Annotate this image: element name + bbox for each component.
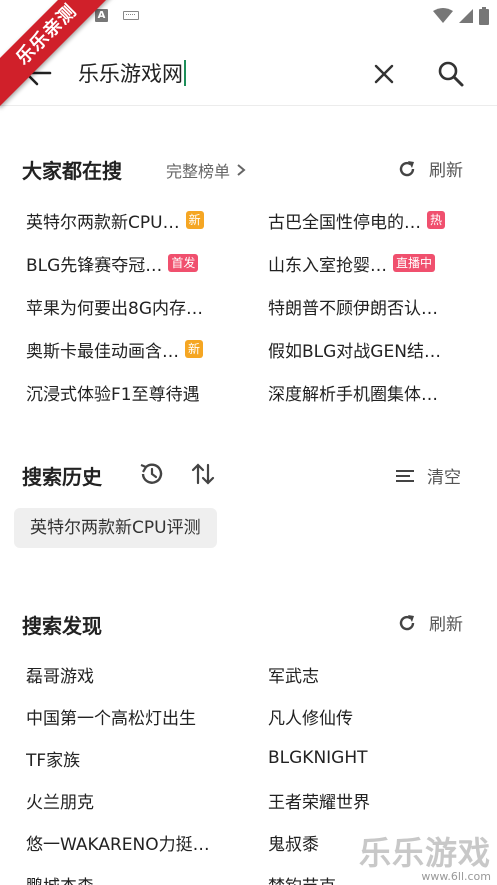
discover-item-text: 军武志 — [268, 666, 319, 687]
hot-search-item-text: 苹果为何要出8G内存… — [26, 298, 203, 319]
hot-refresh-label: 刷新 — [429, 161, 463, 181]
hot-search-item-text: 沉浸式体验F1至尊待遇 — [26, 384, 200, 405]
discover-item-text: 梦钓节克 — [268, 872, 336, 885]
search-button[interactable] — [436, 59, 466, 89]
hot-refresh-button[interactable]: 刷新 — [397, 156, 463, 181]
hot-search-item-text: 奥斯卡最佳动画含… — [26, 341, 179, 362]
full-list-link[interactable]: 完整榜单 — [166, 158, 246, 182]
discover-refresh-button[interactable]: 刷新 — [397, 610, 463, 635]
discover-item-text: 鹏城杰森 — [26, 872, 94, 885]
clear-history-label: 清空 — [427, 468, 461, 488]
hot-search-item[interactable]: 山东入室抢婴… 直播中 — [268, 248, 436, 278]
discover-item-text: 悠一WAKARENO力挺… — [26, 834, 210, 855]
hot-search-item[interactable]: 沉浸式体验F1至尊待遇 — [26, 377, 200, 407]
hot-search-item-text: 英特尔两款新CPU… — [26, 212, 180, 233]
hot-search-item-text: 山东入室抢婴… — [268, 255, 387, 276]
discover-row: 火兰朋克 王者荣耀世界 — [26, 785, 486, 815]
signal-icon — [459, 9, 473, 23]
discover-item[interactable]: BLGKNIGHT — [268, 743, 368, 773]
discover-refresh-label: 刷新 — [429, 615, 463, 635]
discover-item[interactable]: 悠一WAKARENO力挺… — [26, 827, 210, 857]
watermark-bottom: 乐乐游戏 www.6ll.com — [359, 828, 491, 883]
close-icon — [374, 64, 394, 84]
hot-search-badge: 新 — [185, 211, 204, 229]
hot-search-item-text: 假如BLG对战GEN结… — [268, 341, 441, 362]
search-icon — [438, 61, 464, 87]
status-icons — [433, 6, 489, 26]
hot-search-badge: 首发 — [168, 254, 199, 272]
wifi-icon — [433, 8, 453, 23]
hot-search-badge: 热 — [427, 211, 446, 229]
hot-search-badge: 直播中 — [393, 254, 436, 272]
discover-item[interactable]: 梦钓节克 — [268, 869, 336, 885]
history-icon[interactable] — [138, 460, 166, 488]
history-chip[interactable]: 英特尔两款新CPU评测 — [14, 508, 217, 548]
hot-search-item[interactable]: 假如BLG对战GEN结… — [268, 334, 441, 364]
hot-search-row: 奥斯卡最佳动画含… 新 假如BLG对战GEN结… — [26, 334, 486, 364]
discover-item-text: 磊哥游戏 — [26, 666, 94, 687]
discover-row: 中国第一个高松灯出生 凡人修仙传 — [26, 701, 486, 731]
search-input[interactable]: 乐乐游戏网 — [78, 56, 348, 90]
discover-item-text: 鬼叔黍 — [268, 834, 319, 855]
discover-item-text: 火兰朋克 — [26, 792, 94, 813]
clear-button[interactable] — [370, 60, 398, 88]
discover-item[interactable]: 鬼叔黍 — [268, 827, 319, 857]
discover-item-text: BLGKNIGHT — [268, 748, 368, 768]
discover-item[interactable]: 鹏城杰森 — [26, 869, 94, 885]
hot-search-row: 沉浸式体验F1至尊待遇 深度解析手机圈集体… — [26, 377, 486, 407]
hot-search-row: 英特尔两款新CPU… 新 古巴全国性停电的… 热 — [26, 205, 486, 235]
history-title: 搜索历史 — [22, 465, 102, 489]
discover-item[interactable]: 王者荣耀世界 — [268, 785, 370, 815]
discover-item[interactable]: 磊哥游戏 — [26, 659, 94, 689]
list-icon — [396, 469, 414, 482]
discover-item-text: 凡人修仙传 — [268, 708, 353, 729]
hot-search-item[interactable]: 古巴全国性停电的… 热 — [268, 205, 446, 235]
search-query-text: 乐乐游戏网 — [78, 62, 183, 86]
hot-search-row: BLG先锋赛夺冠… 首发 山东入室抢婴… 直播中 — [26, 248, 486, 278]
refresh-icon — [399, 614, 415, 630]
search-bar: 乐乐游戏网 — [0, 40, 497, 106]
refresh-icon — [399, 160, 415, 176]
hot-search-item[interactable]: 苹果为何要出8G内存… — [26, 291, 203, 321]
watermark-bottom-text: 乐乐游戏 — [358, 834, 491, 872]
clear-history-button[interactable]: 清空 — [395, 463, 461, 488]
hot-search-item[interactable]: 奥斯卡最佳动画含… 新 — [26, 334, 204, 364]
discover-row: 磊哥游戏 军武志 — [26, 659, 486, 689]
discover-item-text: TF家族 — [26, 750, 81, 771]
chevron-right-icon — [237, 164, 246, 176]
notification-a-icon: A — [95, 9, 108, 22]
hot-search-item-text: 深度解析手机圈集体… — [268, 384, 438, 405]
text-caret — [184, 60, 186, 86]
keyboard-icon — [123, 11, 139, 20]
hot-search-badge: 新 — [185, 340, 204, 358]
hot-search-item[interactable]: 特朗普不顾伊朗否认… — [268, 291, 438, 321]
hot-search-title: 大家都在搜 — [22, 159, 122, 183]
discover-item[interactable]: 军武志 — [268, 659, 319, 689]
discover-item[interactable]: 中国第一个高松灯出生 — [26, 701, 196, 731]
full-list-label: 完整榜单 — [166, 162, 231, 181]
hot-search-item[interactable]: 英特尔两款新CPU… 新 — [26, 205, 204, 235]
discover-item-text: 中国第一个高松灯出生 — [26, 708, 196, 729]
hot-search-item[interactable]: 深度解析手机圈集体… — [268, 377, 438, 407]
discover-item[interactable]: TF家族 — [26, 743, 80, 773]
discover-item[interactable]: 火兰朋克 — [26, 785, 94, 815]
hot-search-item-text: BLG先锋赛夺冠… — [26, 255, 163, 276]
discover-item[interactable]: 凡人修仙传 — [268, 701, 353, 731]
discover-item-text: 王者荣耀世界 — [268, 792, 370, 813]
hot-search-row: 苹果为何要出8G内存… 特朗普不顾伊朗否认… — [26, 291, 486, 321]
discover-row: TF家族 BLGKNIGHT — [26, 743, 486, 773]
sort-icon[interactable] — [190, 461, 216, 487]
battery-icon — [479, 7, 489, 25]
hot-search-item[interactable]: BLG先锋赛夺冠… 首发 — [26, 248, 199, 278]
hot-search-item-text: 特朗普不顾伊朗否认… — [268, 298, 438, 319]
hot-search-item-text: 古巴全国性停电的… — [268, 212, 421, 233]
discover-title: 搜索发现 — [22, 614, 102, 638]
